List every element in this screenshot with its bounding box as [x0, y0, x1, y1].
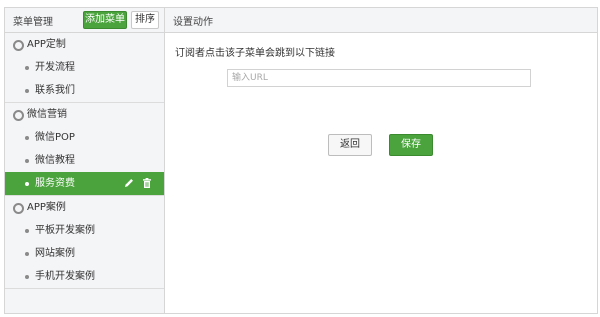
- submenu-item-label: 手机开发案例: [35, 271, 95, 282]
- submenu-item[interactable]: 联系我们: [5, 79, 164, 102]
- menu-group: APP定制 开发流程 联系我们: [5, 33, 164, 103]
- sidebar-header: 菜单管理 添加菜单 排序: [5, 8, 164, 33]
- submenu-item-label: 微信POP: [35, 132, 75, 143]
- menu-sidebar: 菜单管理 添加菜单 排序 APP定制 开发流程 联系我们 微信营销 微信POP …: [5, 8, 165, 313]
- gear-icon: [13, 110, 24, 121]
- bullet-icon: [25, 89, 29, 93]
- menu-item-wechat-marketing[interactable]: 微信营销: [5, 103, 164, 126]
- gear-icon: [13, 40, 24, 51]
- submenu-item[interactable]: 网站案例: [5, 242, 164, 265]
- menu-editor: 菜单管理 添加菜单 排序 APP定制 开发流程 联系我们 微信营销 微信POP …: [4, 7, 598, 314]
- bullet-icon: [25, 66, 29, 70]
- url-input[interactable]: [227, 69, 531, 87]
- action-description: 订阅者点击该子菜单会跳到以下链接: [175, 48, 335, 59]
- sidebar-title: 菜单管理: [13, 17, 53, 28]
- menu-group: 微信营销 微信POP 微信教程 服务资费: [5, 103, 164, 196]
- action-panel: 设置动作 订阅者点击该子菜单会跳到以下链接 返回 保存: [165, 8, 597, 313]
- add-menu-button[interactable]: 添加菜单: [83, 11, 127, 29]
- panel-title: 设置动作: [173, 17, 213, 28]
- bullet-icon: [25, 136, 29, 140]
- back-button[interactable]: 返回: [328, 134, 372, 156]
- submenu-item-label: 联系我们: [35, 85, 75, 96]
- save-button[interactable]: 保存: [389, 134, 433, 156]
- panel-header: 设置动作: [165, 8, 597, 33]
- menu-item-label: 微信营销: [27, 109, 67, 120]
- edit-icon[interactable]: [123, 177, 135, 189]
- submenu-item-label: 开发流程: [35, 62, 75, 73]
- submenu-item[interactable]: 手机开发案例: [5, 265, 164, 288]
- submenu-item[interactable]: 开发流程: [5, 56, 164, 79]
- bullet-icon: [25, 252, 29, 256]
- bullet-icon: [25, 275, 29, 279]
- bullet-icon: [25, 182, 29, 186]
- submenu-item-label: 服务资费: [35, 178, 75, 189]
- submenu-item[interactable]: 平板开发案例: [5, 219, 164, 242]
- submenu-item[interactable]: 微信教程: [5, 149, 164, 172]
- menu-item-app-cases[interactable]: APP案例: [5, 196, 164, 219]
- gear-icon: [13, 203, 24, 214]
- bullet-icon: [25, 229, 29, 233]
- menu-item-app-custom[interactable]: APP定制: [5, 33, 164, 56]
- submenu-item-label: 平板开发案例: [35, 225, 95, 236]
- submenu-item-label: 网站案例: [35, 248, 75, 259]
- menu-item-label: APP定制: [27, 39, 66, 50]
- submenu-item[interactable]: 微信POP: [5, 126, 164, 149]
- bullet-icon: [25, 159, 29, 163]
- menu-item-label: APP案例: [27, 202, 66, 213]
- sort-button[interactable]: 排序: [131, 11, 159, 29]
- menu-group: APP案例 平板开发案例 网站案例 手机开发案例: [5, 196, 164, 289]
- trash-icon[interactable]: [141, 177, 153, 189]
- submenu-item-selected[interactable]: 服务资费: [5, 172, 164, 195]
- submenu-item-label: 微信教程: [35, 155, 75, 166]
